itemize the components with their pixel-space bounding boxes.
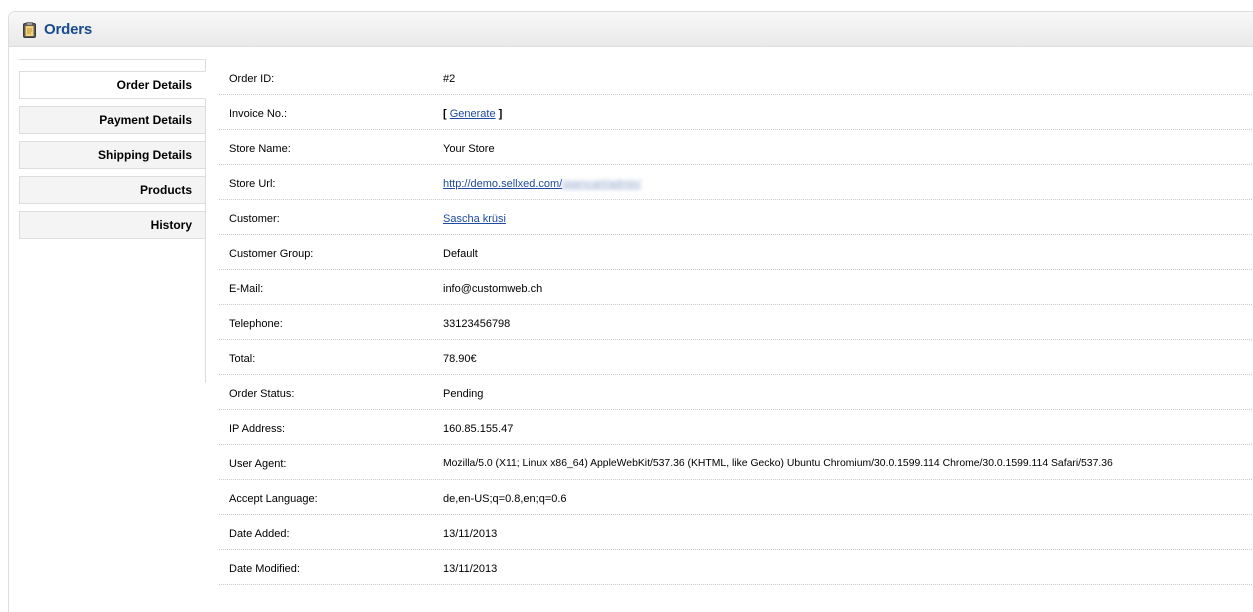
total-value: 78.90€: [443, 353, 477, 365]
order-status-value: Pending: [443, 388, 484, 400]
row-date-added: Date Added: 13/11/2013: [219, 515, 1253, 550]
accept-language-label: Accept Language:: [229, 493, 318, 505]
row-email: E-Mail: info@customweb.ch: [219, 270, 1253, 305]
order-details-table: Order ID: #2 Invoice No.: [ Generate ] S…: [219, 60, 1253, 585]
row-order-status: Order Status: Pending: [219, 375, 1253, 410]
date-added-value: 13/11/2013: [443, 528, 498, 540]
date-added-label: Date Added:: [229, 528, 290, 540]
total-label: Total:: [229, 353, 256, 365]
customer-link[interactable]: Sascha krüsi: [443, 213, 506, 225]
generate-invoice-link[interactable]: Generate: [450, 108, 496, 120]
email-value: info@customweb.ch: [443, 283, 543, 295]
ip-address-label: IP Address:: [229, 423, 286, 435]
invoice-value: [ Generate ]: [443, 108, 502, 120]
tab-shipping-details[interactable]: Shipping Details: [19, 141, 205, 169]
row-date-modified: Date Modified: 13/11/2013: [219, 550, 1253, 585]
page-title: Orders: [44, 21, 92, 38]
telephone-label: Telephone:: [229, 318, 283, 330]
row-invoice: Invoice No.: [ Generate ]: [219, 95, 1253, 130]
clipboard-icon: [23, 22, 36, 38]
customer-group-value: Default: [443, 248, 478, 260]
store-name-label: Store Name:: [229, 143, 291, 155]
order-status-label: Order Status:: [229, 388, 295, 400]
store-url-blurred: opencart/admin/: [562, 178, 642, 190]
date-modified-value: 13/11/2013: [443, 563, 498, 575]
tab-history[interactable]: History: [19, 211, 205, 239]
email-label: E-Mail:: [229, 283, 264, 295]
user-agent-label: User Agent:: [229, 458, 287, 470]
row-accept-language: Accept Language: de,en-US;q=0.8,en;q=0.6: [219, 480, 1253, 515]
telephone-value: 33123456798: [443, 318, 511, 330]
store-url-link[interactable]: http://demo.sellxed.com/: [443, 178, 562, 190]
customer-value: Sascha krüsi: [443, 213, 506, 225]
tab-order-details[interactable]: Order Details: [19, 71, 206, 99]
order-id-label: Order ID:: [229, 73, 275, 85]
user-agent-value: Mozilla/5.0 (X11; Linux x86_64) AppleWeb…: [443, 458, 1113, 469]
row-order-id: Order ID: #2: [219, 60, 1253, 95]
row-total: Total: 78.90€: [219, 340, 1253, 375]
row-store-url: Store Url: http://demo.sellxed.com/openc…: [219, 165, 1253, 200]
date-modified-label: Date Modified:: [229, 563, 300, 575]
row-ip-address: IP Address: 160.85.155.47: [219, 410, 1253, 445]
row-store-name: Store Name: Your Store: [219, 130, 1253, 165]
vertical-tabs: Order Details Payment Details Shipping D…: [19, 59, 206, 383]
ip-address-value: 160.85.155.47: [443, 423, 514, 435]
row-telephone: Telephone: 33123456798: [219, 305, 1253, 340]
row-user-agent: User Agent: Mozilla/5.0 (X11; Linux x86_…: [219, 445, 1253, 480]
customer-label: Customer:: [229, 213, 280, 225]
order-id-value: #2: [443, 73, 456, 85]
store-name-value: Your Store: [443, 143, 495, 155]
store-url-value: http://demo.sellxed.com/opencart/admin/: [443, 178, 641, 190]
store-url-label: Store Url:: [229, 178, 276, 190]
row-customer: Customer: Sascha krüsi: [219, 200, 1253, 235]
invoice-label: Invoice No.:: [229, 108, 288, 120]
tab-products[interactable]: Products: [19, 176, 205, 204]
orders-panel: Orders Order Details Payment Details Shi…: [8, 11, 1253, 612]
row-customer-group: Customer Group: Default: [219, 235, 1253, 270]
customer-group-label: Customer Group:: [229, 248, 314, 260]
tab-payment-details[interactable]: Payment Details: [19, 106, 205, 134]
invoice-bracket-open: [: [443, 108, 450, 120]
invoice-bracket-close: ]: [495, 108, 503, 120]
accept-language-value: de,en-US;q=0.8,en;q=0.6: [443, 493, 567, 505]
panel-heading: Orders: [9, 12, 1253, 47]
